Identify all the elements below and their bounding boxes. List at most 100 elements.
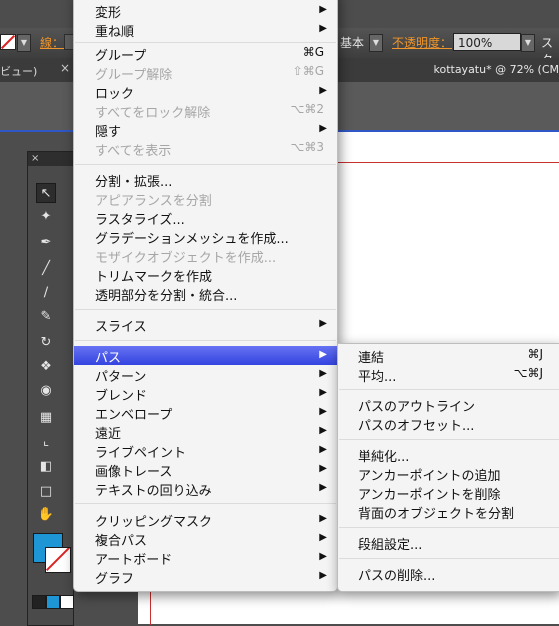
artboard-tool-icon[interactable]: □ [36,482,56,502]
menu-item-label: パターン [95,370,147,385]
stroke-style-dropdown-arrow[interactable]: ▼ [369,34,383,52]
menu-item-label: すべてをロック解除 [95,106,211,121]
pen-tool-icon[interactable]: ✒ [36,233,56,253]
submenu-item-join[interactable]: 連結 ⌘J [338,346,559,366]
menu-item-shortcut: ⌥⌘3 [290,140,324,154]
color-mode-icon[interactable] [32,595,46,609]
menu-separator [75,42,336,43]
rotate-tool-icon[interactable]: ↻ [36,333,56,353]
eyedropper-tool-icon[interactable]: ⌞ [36,432,56,452]
menu-item-label: テキストの回り込み [95,484,212,499]
menu-item-label: 変形 [95,6,122,21]
menu-item-label: モザイクオブジェクトを作成... [95,251,277,266]
opacity-dropdown-arrow[interactable]: ▼ [521,34,535,52]
menu-item-label: すべてを表示 [95,144,172,159]
selection-tool-icon[interactable]: ↖ [36,183,56,203]
submenu-item-divide-objects-below[interactable]: 背面のオブジェクトを分割 [338,502,559,522]
menu-item-flatten-transparency[interactable]: 透明部分を分割・統合... [74,284,337,304]
blob-brush-tool-icon[interactable]: ✎ [36,307,56,327]
submenu-item-offset-path[interactable]: パスのオフセット... [338,414,559,434]
menu-item-ungroup[interactable]: グループ解除 ⇧⌘G [74,63,337,83]
menu-item-label: ライブペイント [95,446,187,461]
menu-item-path[interactable]: パス ▶ [74,346,337,366]
menu-item-label: 連結 [358,351,385,366]
magic-wand-tool-icon[interactable]: ✦ [36,207,56,227]
menu-item-compound-path[interactable]: 複合パス ▶ [74,529,337,549]
tools-panel: × ↖ ✦ ✒ ╱ ∕ ✎ ↻ ❖ ◉ ▦ ⌞ ◧ □ ✋ [27,151,74,626]
menu-item-perspective[interactable]: 遠近 ▶ [74,422,337,442]
perspective-grid-tool-icon[interactable]: ▦ [36,408,56,428]
gradient-mode-icon[interactable] [46,595,60,609]
chevron-right-icon: ▶ [319,513,327,524]
width-tool-icon[interactable]: ❖ [36,357,56,377]
chevron-right-icon: ▶ [319,425,327,436]
menu-item-hide[interactable]: 隠す ▶ [74,120,337,140]
submenu-item-split-into-grid[interactable]: 段組設定... [338,533,559,553]
submenu-item-remove-anchor-points[interactable]: アンカーポイントを削除 [338,483,559,503]
menu-item-blend[interactable]: ブレンド ▶ [74,384,337,404]
menu-item-transform[interactable]: 変形 ▶ [74,1,337,21]
brush-tool-icon[interactable]: ∕ [36,283,56,303]
close-icon[interactable]: × [60,61,70,75]
menu-item-create-trim-marks[interactable]: トリムマークを作成 [74,265,337,285]
menu-item-label: ロック [95,87,135,102]
opacity-field[interactable]: 100% [453,33,521,51]
none-mode-icon[interactable] [60,595,74,609]
stroke-label[interactable]: 線： [40,34,64,51]
menu-item-create-gradient-mesh[interactable]: グラデーションメッシュを作成... [74,227,337,247]
stroke-style-value[interactable]: 基本 [340,34,364,51]
menu-item-label: 複合パス [95,534,148,549]
menu-item-text-wrap[interactable]: テキストの回り込み ▶ [74,479,337,499]
menu-item-clipping-mask[interactable]: クリッピングマスク ▶ [74,510,337,530]
submenu-item-simplify[interactable]: 単純化... [338,445,559,465]
menu-item-slice[interactable]: スライス ▶ [74,315,337,335]
menu-item-label: エンベロープ [95,408,173,423]
chevron-right-icon: ▶ [319,532,327,543]
shape-builder-tool-icon[interactable]: ◉ [36,381,56,401]
chevron-right-icon: ▶ [319,482,327,493]
menu-item-live-paint[interactable]: ライブペイント ▶ [74,441,337,461]
menu-item-rasterize[interactable]: ラスタライズ... [74,208,337,228]
chevron-right-icon: ▶ [319,349,327,360]
menu-separator [339,558,559,559]
swatch-dropdown-arrow[interactable]: ▼ [17,34,31,52]
opacity-label[interactable]: 不透明度： [392,34,452,51]
stroke-color-swatch[interactable] [45,547,71,573]
chevron-right-icon: ▶ [319,463,327,474]
submenu-item-outline-stroke[interactable]: パスのアウトライン [338,395,559,415]
menu-item-label: 単純化... [358,450,410,465]
hand-tool-icon[interactable]: ✋ [36,505,56,525]
menu-item-expand-appearance[interactable]: アピアランスを分割 [74,189,337,209]
menu-item-show-all[interactable]: すべてを表示 ⌥⌘3 [74,139,337,159]
submenu-item-add-anchor-points[interactable]: アンカーポイントの追加 [338,464,559,484]
menu-item-graph[interactable]: グラフ ▶ [74,567,337,587]
submenu-item-clean-up[interactable]: パスの削除... [338,564,559,584]
document-tab-left[interactable]: ビュー) [0,63,37,79]
symbol-sprayer-tool-icon[interactable]: ◧ [36,457,56,477]
document-title[interactable]: kottayatu* @ 72% (CM [433,63,559,76]
menu-item-artboards[interactable]: アートボード ▶ [74,548,337,568]
menu-item-label: 分割・拡張... [95,175,173,190]
menu-item-create-object-mosaic[interactable]: モザイクオブジェクトを作成... [74,246,337,266]
submenu-item-average[interactable]: 平均... ⌥⌘J [338,365,559,385]
menu-item-shortcut: ⌘J [527,347,543,361]
chevron-right-icon: ▶ [319,23,327,34]
menu-item-image-trace[interactable]: 画像トレース ▶ [74,460,337,480]
menu-item-unlock-all[interactable]: すべてをロック解除 ⌥⌘2 [74,101,337,121]
menu-item-expand[interactable]: 分割・拡張... [74,170,337,190]
menu-item-pattern[interactable]: パターン ▶ [74,365,337,385]
line-tool-icon[interactable]: ╱ [36,259,56,279]
menu-separator [75,503,336,504]
close-icon[interactable]: × [31,153,39,164]
menu-item-label: パスの削除... [358,569,436,584]
menu-item-arrange[interactable]: 重ね順 ▶ [74,20,337,40]
menu-item-group[interactable]: グループ ⌘G [74,44,337,64]
menu-item-envelope-distort[interactable]: エンベロープ ▶ [74,403,337,423]
menu-item-label: グループ [95,49,147,64]
menu-item-label: 透明部分を分割・統合... [95,289,238,304]
menu-item-shortcut: ⇧⌘G [292,64,324,78]
menu-item-shortcut: ⌥⌘J [513,366,543,380]
chevron-right-icon: ▶ [319,318,327,329]
stroke-none-swatch[interactable] [0,34,16,50]
menu-item-lock[interactable]: ロック ▶ [74,82,337,102]
